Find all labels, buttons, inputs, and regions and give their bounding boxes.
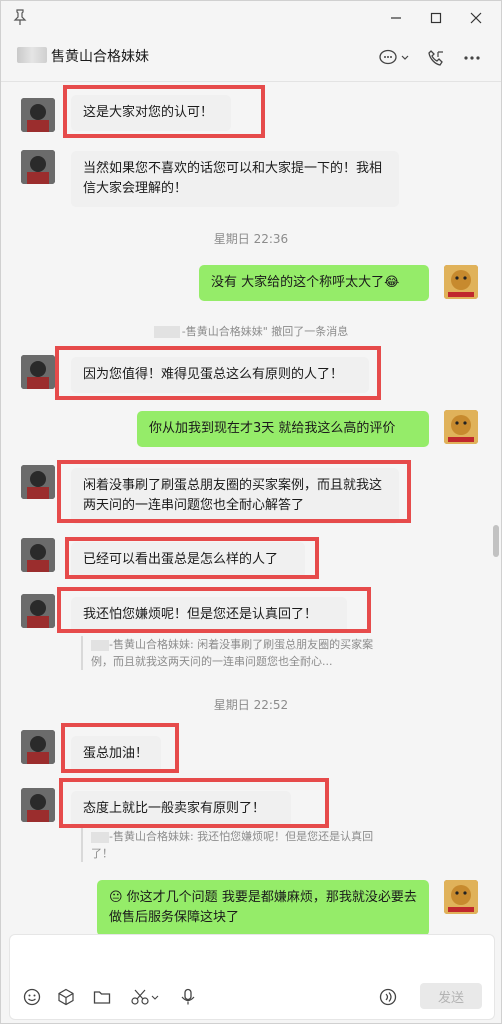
timestamp: 星期日 22:52 [213,698,289,712]
quoted-message[interactable]: -售黄山合格妹妹: 我还怕您嫌烦呢！但是您还是认真回了！ [81,828,381,862]
avatar[interactable] [21,788,55,822]
system-notice: -售黄山合格妹妹" 撤回了一条消息 [1,323,501,339]
avatar[interactable] [21,538,55,572]
chat-title: 售黄山合格妹妹 [51,49,149,65]
folder-icon[interactable] [92,987,112,1007]
message-bubble[interactable]: 这是大家对您的认可！ [71,95,231,131]
avatar[interactable] [21,594,55,628]
blurred-name [153,326,180,338]
message-bubble[interactable]: 当然如果您不喜欢的话您可以和大家提一下的！我相信大家会理解的！ [71,151,399,207]
avatar[interactable] [21,355,55,389]
chat-window: 售黄山合格妹妹 这是大家对您的认可！ 当然如果您不喜欢的话您可以和大家提一下的！… [0,0,502,1024]
maximize-icon[interactable] [425,7,447,29]
blurred-name-prefix [17,47,47,63]
message-bubble[interactable]: 我还怕您嫌烦呢！但是您还是认真回了！ [71,597,347,633]
avatar[interactable] [21,465,55,499]
more-icon[interactable] [463,47,481,69]
quoted-message-text: -售黄山合格妹妹: 我还怕您嫌烦呢！但是您还是认真回了！ [91,830,374,860]
voice-input-icon[interactable] [378,987,398,1007]
pin-icon[interactable] [13,9,27,25]
title-bar [1,1,501,35]
message-bubble[interactable]: 闲着没事刷了刷蛋总朋友圈的买家案例，而且就我这两天问的一连串问题您也全耐心解答了 [71,468,399,524]
message-bubble[interactable]: 😐 你这才几个问题 我要是都嫌麻烦，那我就没必要去做售后服务保障这块了 [97,880,429,936]
message-bubble[interactable]: 蛋总加油！ [71,736,161,772]
message-bubble[interactable]: 态度上就比一般卖家有原则了！ [71,791,291,827]
avatar[interactable] [21,150,55,184]
scrollbar-thumb[interactable] [493,525,499,557]
avatar-self[interactable] [444,265,478,299]
timestamp: 星期日 22:36 [213,232,289,246]
message-bubble[interactable]: 没有 大家给的这个称呼太大了😂 [199,265,429,301]
avatar-self[interactable] [444,410,478,444]
send-button[interactable]: 发送 [420,983,482,1009]
sticker-icon[interactable] [56,987,76,1007]
scissors-icon[interactable] [130,987,160,1007]
message-list[interactable]: 这是大家对您的认可！ 当然如果您不喜欢的话您可以和大家提一下的！我相信大家会理解… [1,82,501,936]
chat-bubble-icon[interactable] [379,47,409,69]
avatar-self[interactable] [444,880,478,914]
avatar[interactable] [21,98,55,132]
emoji-icon[interactable] [22,987,42,1007]
blurred-name [91,639,109,651]
close-icon[interactable] [465,7,487,29]
message-bubble[interactable]: 因为您值得！难得见蛋总这么有原则的人了！ [71,357,369,393]
mic-icon[interactable] [178,987,198,1007]
blurred-name [91,831,109,843]
system-notice-text: -售黄山合格妹妹" 撤回了一条消息 [181,325,349,338]
phone-icon[interactable] [427,47,445,69]
quoted-message-text: -售黄山合格妹妹: 闲着没事刷了刷蛋总朋友圈的买家案例，而且就我这两天问的一连串… [91,638,374,668]
minimize-icon[interactable] [385,7,407,29]
avatar[interactable] [21,730,55,764]
chat-header: 售黄山合格妹妹 [1,35,501,82]
message-input-area[interactable]: 发送 [9,934,495,1020]
message-bubble[interactable]: 你从加我到现在才3天 就给我这么高的评价 [137,411,429,447]
quoted-message[interactable]: -售黄山合格妹妹: 闲着没事刷了刷蛋总朋友圈的买家案例，而且就我这两天问的一连串… [81,636,381,670]
message-bubble[interactable]: 已经可以看出蛋总是怎么样的人了 [71,542,305,578]
